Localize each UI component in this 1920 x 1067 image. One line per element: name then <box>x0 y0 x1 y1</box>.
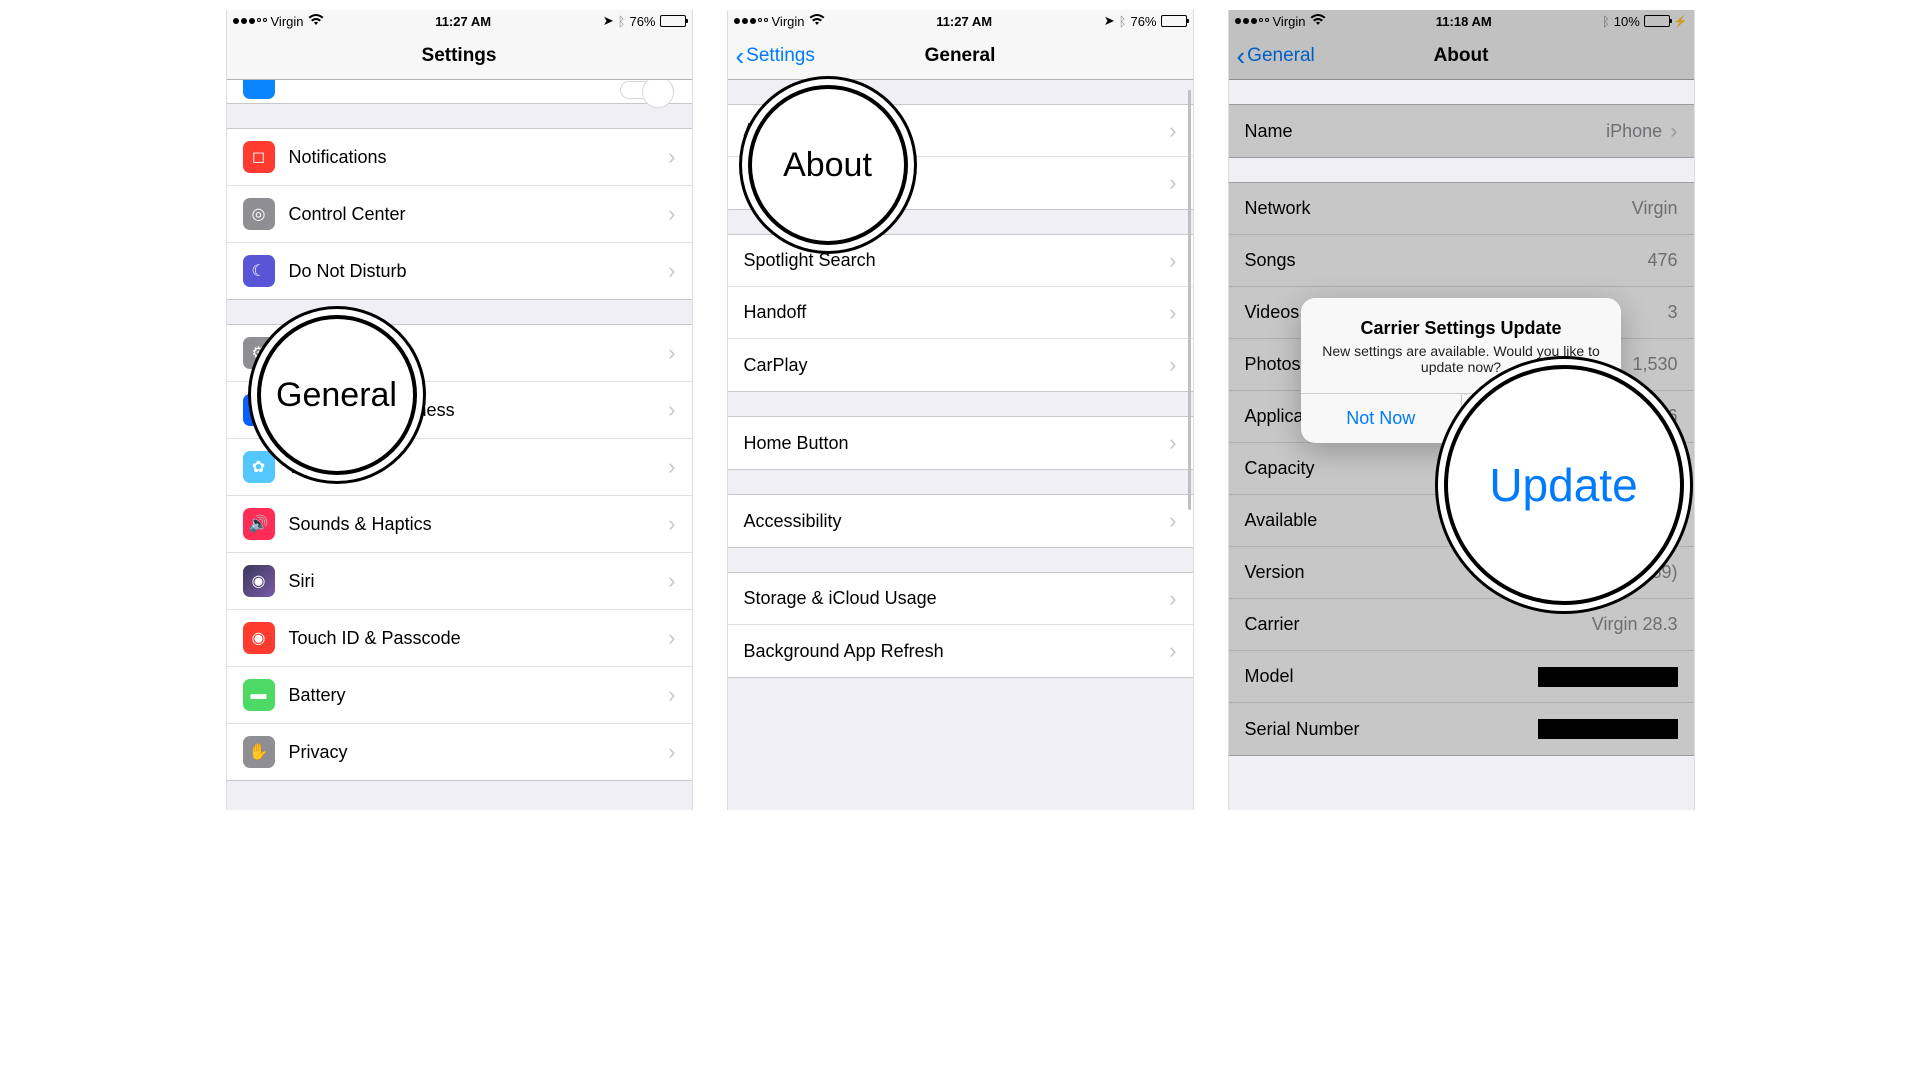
magnifier-about: About <box>748 85 908 245</box>
chevron-right-icon: › <box>668 454 675 480</box>
battery-pct: 76% <box>1130 14 1156 29</box>
row-siri[interactable]: ◉ Siri › <box>227 553 692 610</box>
fingerprint-icon: ◉ <box>243 622 275 654</box>
chevron-right-icon: › <box>668 739 675 765</box>
chevron-right-icon: › <box>1169 300 1176 326</box>
chevron-right-icon: › <box>1169 170 1176 196</box>
battery-row-icon: ▬ <box>243 679 275 711</box>
row-control-center[interactable]: ◎ Control Center › <box>227 186 692 243</box>
row-touchid[interactable]: ◉ Touch ID & Passcode › <box>227 610 692 667</box>
chevron-right-icon: › <box>668 511 675 537</box>
clock-label: 11:27 AM <box>435 14 491 29</box>
row-notifications[interactable]: ◻ Notifications › <box>227 129 692 186</box>
not-now-button[interactable]: Not Now <box>1301 394 1461 443</box>
bluetooth-icon: ᛒ <box>618 14 626 29</box>
chevron-right-icon: › <box>668 201 675 227</box>
notifications-icon: ◻ <box>243 141 275 173</box>
row-sounds[interactable]: 🔊 Sounds & Haptics › <box>227 496 692 553</box>
chevron-right-icon: › <box>1169 248 1176 274</box>
row-dnd[interactable]: ☾ Do Not Disturb › <box>227 243 692 299</box>
chevron-right-icon: › <box>1169 430 1176 456</box>
clock-label: 11:27 AM <box>936 14 992 29</box>
peek-row <box>227 80 692 104</box>
chevron-right-icon: › <box>668 340 675 366</box>
control-center-icon: ◎ <box>243 198 275 230</box>
bluetooth-icon: ᛒ <box>1119 14 1127 29</box>
row-accessibility[interactable]: Accessibility › <box>728 495 1193 547</box>
magnifier-update: Update <box>1444 365 1684 605</box>
chevron-right-icon: › <box>1169 638 1176 664</box>
battery-icon <box>1161 15 1187 27</box>
nav-title: General <box>925 45 996 67</box>
magnifier-general: General <box>257 315 417 475</box>
wifi-icon <box>809 14 825 29</box>
alert-title: Carrier Settings Update <box>1319 318 1603 339</box>
row-spotlight[interactable]: Spotlight Search › <box>728 235 1193 287</box>
nav-bar: ‹ Settings General <box>728 32 1193 80</box>
chevron-right-icon: › <box>668 682 675 708</box>
signal-icon <box>233 18 267 24</box>
location-icon: ➤ <box>603 13 614 29</box>
chevron-right-icon: › <box>1169 586 1176 612</box>
row-handoff[interactable]: Handoff › <box>728 287 1193 339</box>
row-battery[interactable]: ▬ Battery › <box>227 667 692 724</box>
nav-title: Settings <box>422 45 497 67</box>
row-bg-refresh[interactable]: Background App Refresh › <box>728 625 1193 677</box>
chevron-right-icon: › <box>668 625 675 651</box>
siri-icon: ◉ <box>243 565 275 597</box>
carrier-label: Virgin <box>772 14 805 29</box>
back-button[interactable]: ‹ Settings <box>736 43 815 69</box>
row-carplay[interactable]: CarPlay › <box>728 339 1193 391</box>
screen-settings: Virgin 11:27 AM ➤ ᛒ 76% Settings ◻ Notif… <box>226 10 693 810</box>
nav-bar: Settings <box>227 32 692 80</box>
sounds-icon: 🔊 <box>243 508 275 540</box>
location-icon: ➤ <box>1104 13 1115 29</box>
chevron-right-icon: › <box>1169 508 1176 534</box>
row-home-button[interactable]: Home Button › <box>728 417 1193 469</box>
scrollbar[interactable] <box>1188 90 1191 510</box>
chevron-left-icon: ‹ <box>736 43 745 69</box>
row-privacy[interactable]: ✋ Privacy › <box>227 724 692 780</box>
chevron-right-icon: › <box>1169 118 1176 144</box>
signal-icon <box>734 18 768 24</box>
carrier-label: Virgin <box>271 14 304 29</box>
status-bar: Virgin 11:27 AM ➤ ᛒ 76% <box>227 10 692 32</box>
screen-general: Virgin 11:27 AM ➤ ᛒ 76% ‹ Settings Gener… <box>727 10 1194 810</box>
chevron-right-icon: › <box>668 397 675 423</box>
chevron-right-icon: › <box>1169 352 1176 378</box>
privacy-icon: ✋ <box>243 736 275 768</box>
status-bar: Virgin 11:27 AM ➤ ᛒ 76% <box>728 10 1193 32</box>
wallpaper-icon: ✿ <box>243 451 275 483</box>
wifi-icon <box>308 14 324 29</box>
row-storage[interactable]: Storage & iCloud Usage › <box>728 573 1193 625</box>
chevron-right-icon: › <box>668 568 675 594</box>
battery-icon <box>660 15 686 27</box>
screen-about: Virgin 11:18 AM ᛒ 10% ⚡ ‹ General About … <box>1228 10 1695 810</box>
chevron-right-icon: › <box>668 144 675 170</box>
dnd-icon: ☾ <box>243 255 275 287</box>
chevron-right-icon: › <box>668 258 675 284</box>
battery-pct: 76% <box>629 14 655 29</box>
